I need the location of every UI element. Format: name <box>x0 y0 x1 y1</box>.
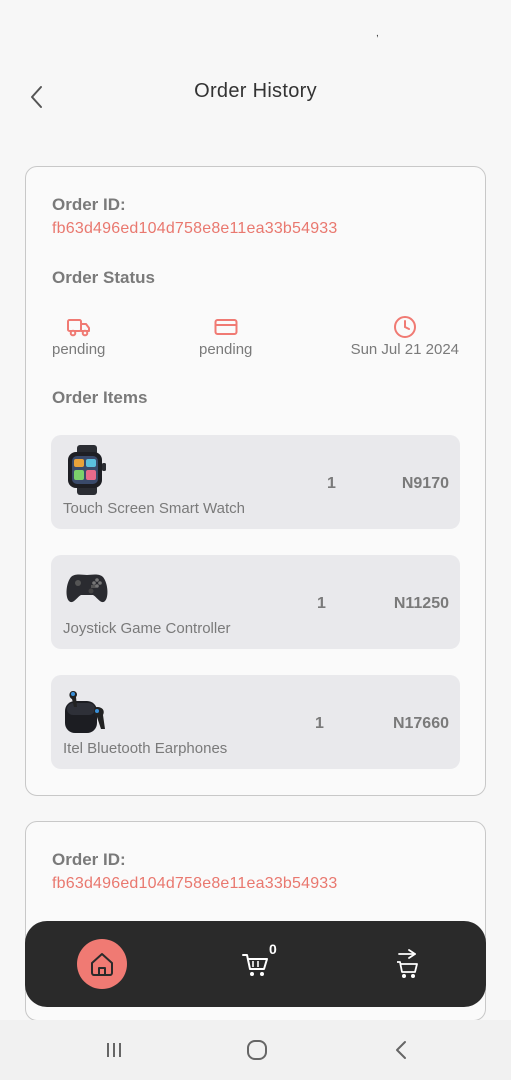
page-title: Order History <box>194 80 317 102</box>
delivery-status: pending <box>52 315 105 358</box>
order-id-label: Order ID: <box>52 195 126 214</box>
cart-icon <box>242 954 268 976</box>
item-quantity: 1 <box>327 475 336 492</box>
order-card: Order ID: fb63d496ed104d758e8e11ea33b549… <box>25 166 486 796</box>
order-id-label: Order ID: <box>52 850 126 869</box>
order-id-value: fb63d496ed104d758e8e11ea33b54933 <box>52 875 338 892</box>
nav-orders-button[interactable] <box>383 939 433 989</box>
status-bar-glyph: , <box>376 28 379 39</box>
nav-cart-button[interactable]: 0 <box>231 939 281 989</box>
system-back-button[interactable] <box>386 1035 416 1065</box>
recent-apps-icon <box>107 1043 121 1057</box>
order-status-row: pending pending Sun Jul 21 2024 <box>52 315 459 365</box>
order-id-value: fb63d496ed104d758e8e11ea33b54933 <box>52 220 338 237</box>
credit-card-icon <box>213 315 239 339</box>
clock-icon <box>392 315 418 339</box>
item-price: N11250 <box>393 595 449 612</box>
item-name: Touch Screen Smart Watch <box>63 500 246 517</box>
home-system-button[interactable] <box>242 1035 272 1065</box>
order-item[interactable]: 1 N17660 Itel Bluetooth Earphones <box>51 675 460 769</box>
game-controller-image <box>63 565 111 615</box>
recent-apps-button[interactable] <box>99 1035 129 1065</box>
header: Order History <box>0 70 511 114</box>
cart-count-badge: 0 <box>269 941 277 957</box>
delivery-status-text: pending <box>52 341 106 358</box>
nav-home-button[interactable] <box>77 939 127 989</box>
order-date-text: Sun Jul 21 2024 <box>350 341 459 358</box>
home-icon <box>91 953 113 976</box>
item-price: N9170 <box>401 475 449 492</box>
earphones-image <box>63 685 111 735</box>
payment-status-text: pending <box>199 341 253 358</box>
truck-icon <box>66 315 92 339</box>
item-name: Itel Bluetooth Earphones <box>63 740 228 757</box>
order-date: Sun Jul 21 2024 <box>351 315 459 358</box>
order-items-label: Order Items <box>52 388 148 407</box>
smart-watch-image <box>63 445 111 495</box>
bottom-navigation: 0 <box>25 921 486 1007</box>
back-arrow-icon <box>396 1041 406 1059</box>
order-status-label: Order Status <box>52 268 155 287</box>
home-circle-icon <box>247 1040 267 1060</box>
order-item[interactable]: 1 N9170 Touch Screen Smart Watch <box>51 435 460 529</box>
system-navigation-bar <box>0 1020 511 1080</box>
payment-status: pending <box>199 315 252 358</box>
item-name: Joystick Game Controller <box>63 620 231 637</box>
orders-icon <box>397 949 418 978</box>
order-item[interactable]: 1 N11250 Joystick Game Controller <box>51 555 460 649</box>
item-quantity: 1 <box>317 595 326 612</box>
item-price: N17660 <box>392 715 449 732</box>
item-quantity: 1 <box>315 715 324 732</box>
